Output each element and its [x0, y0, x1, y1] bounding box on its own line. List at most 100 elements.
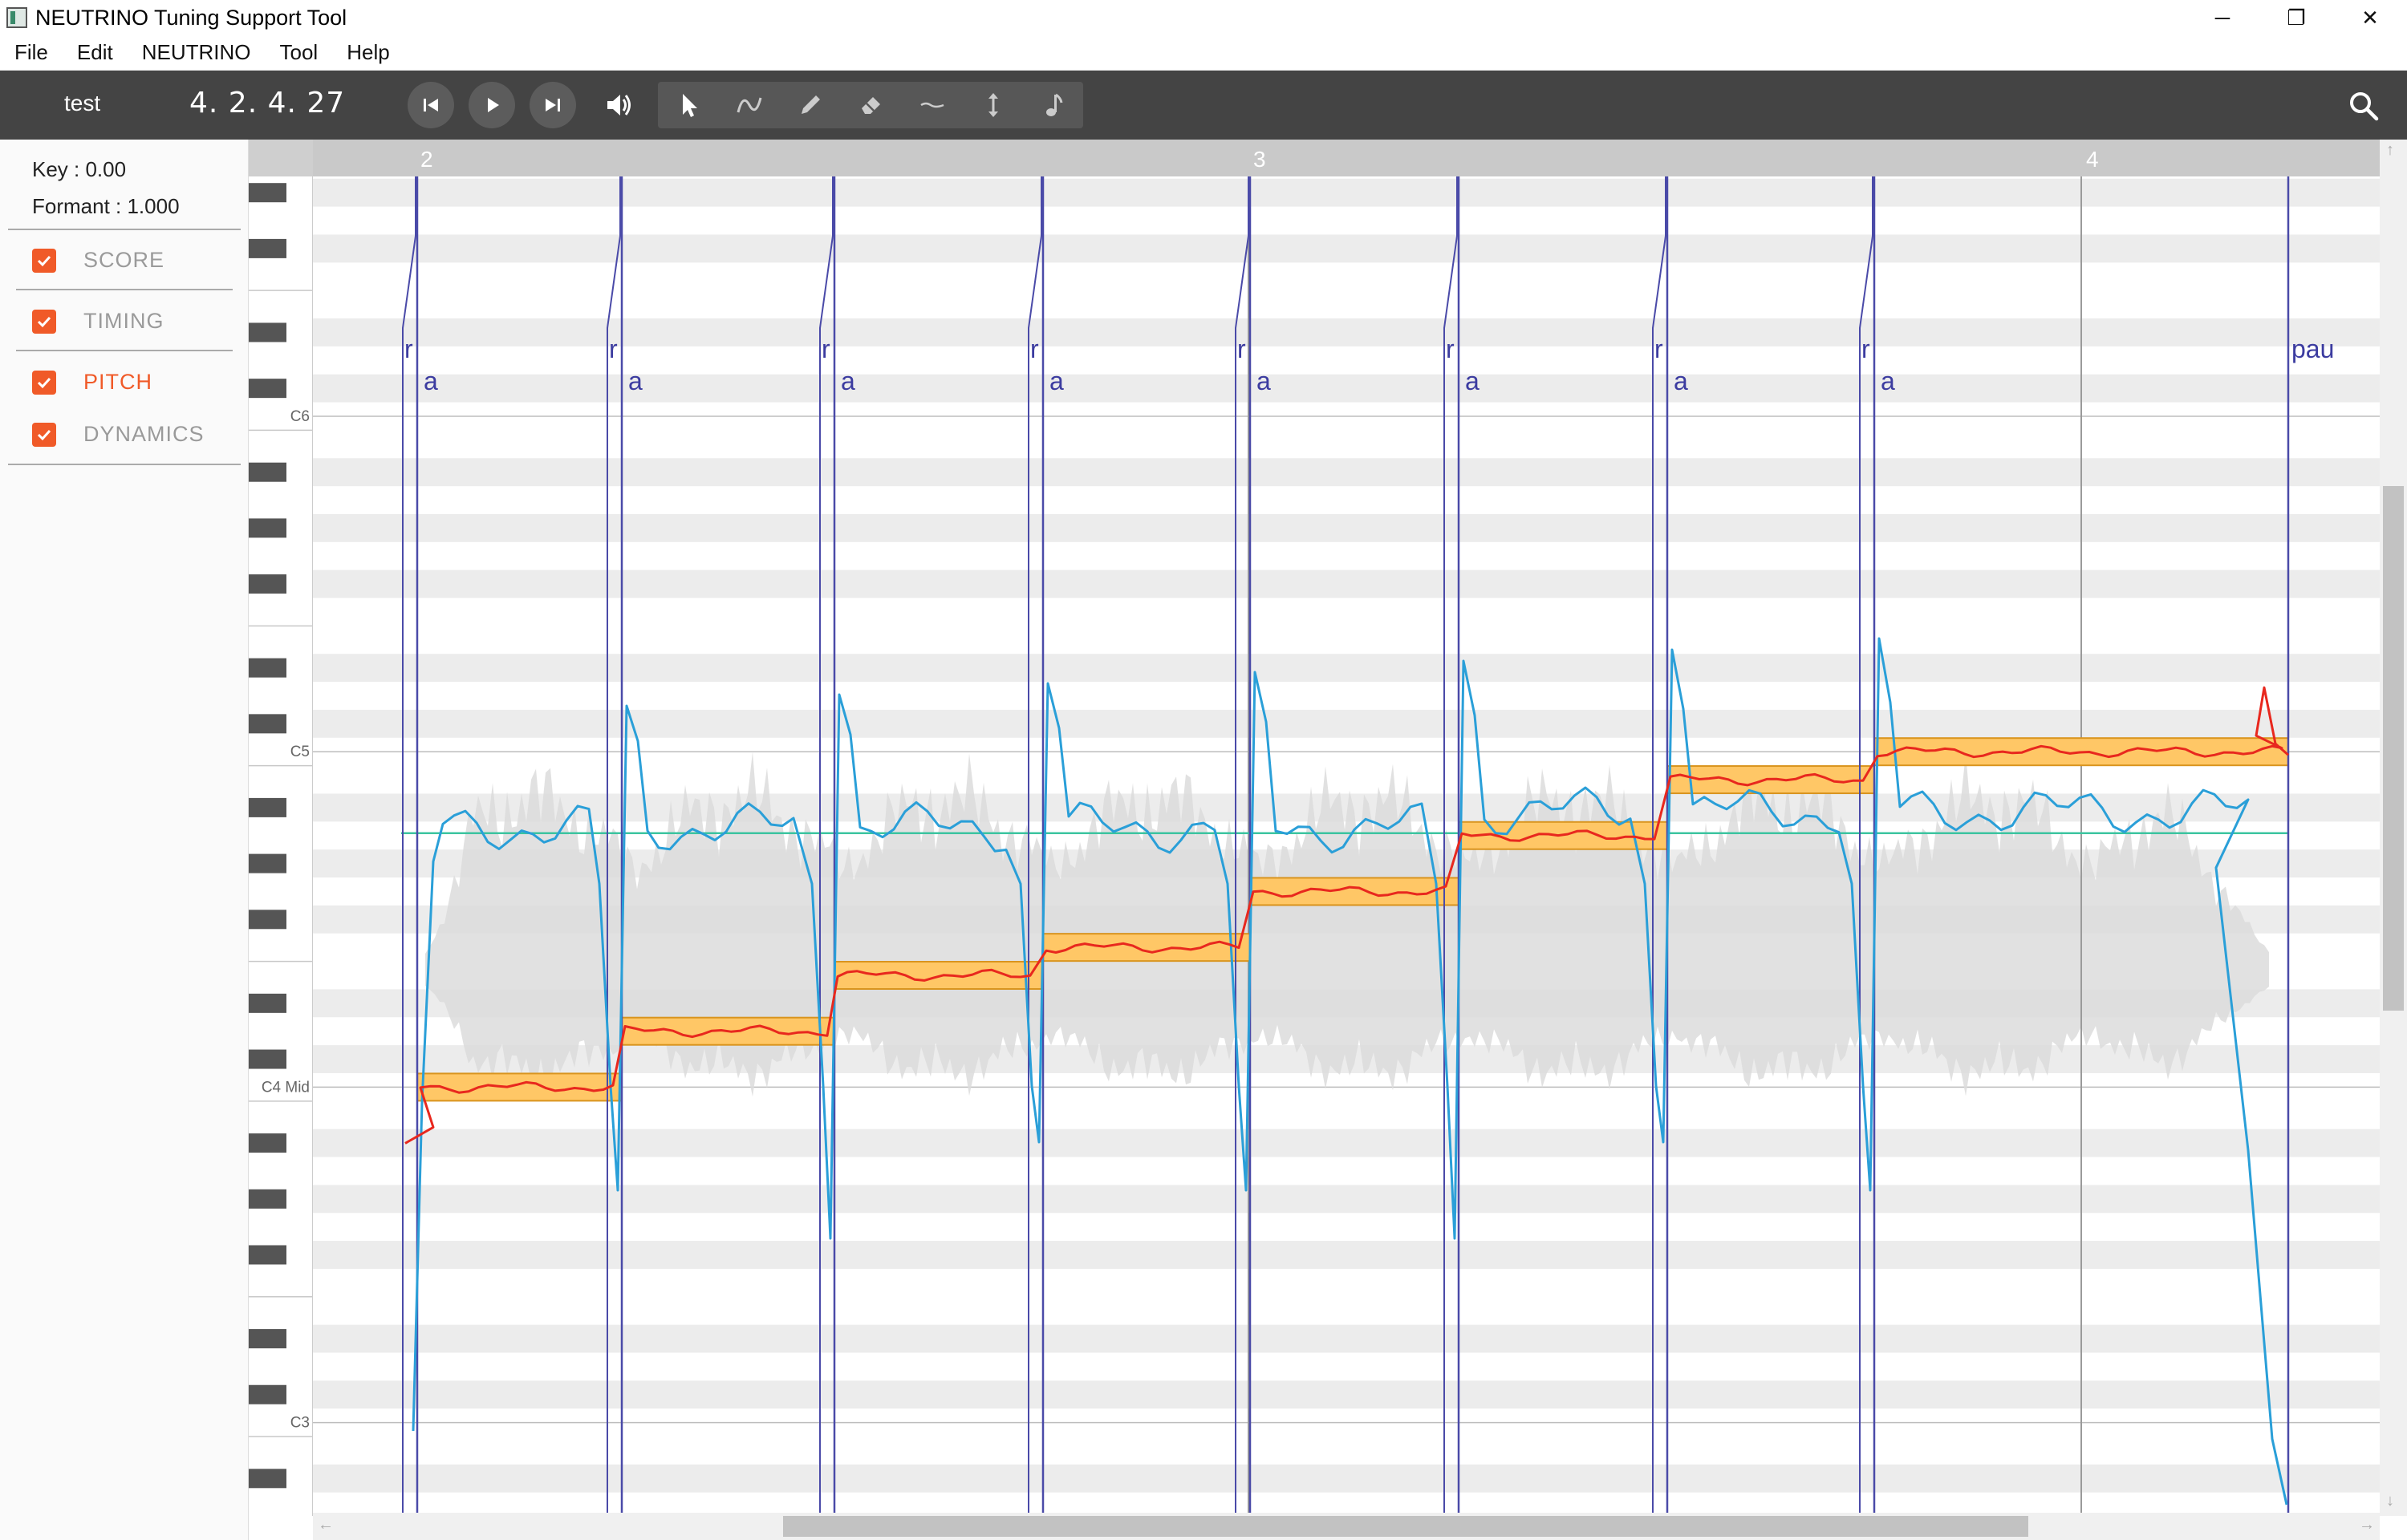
phoneme-label: a — [424, 367, 438, 395]
pitch-row-band — [313, 374, 2380, 403]
phoneme-label: r — [609, 334, 618, 363]
search-button[interactable] — [2344, 87, 2383, 125]
menu-edit[interactable]: Edit — [63, 40, 128, 65]
pencil-tool[interactable] — [780, 82, 841, 128]
score-checkbox[interactable] — [32, 248, 56, 273]
pitch-checkbox[interactable] — [32, 370, 56, 395]
pitch-editor-canvas[interactable]: 2 3 4 r a r a r a r a r a r a r a r a pau — [313, 140, 2380, 1516]
line-tool[interactable] — [902, 82, 963, 128]
piano-black-key — [249, 1133, 286, 1153]
skip-back-button[interactable] — [408, 82, 454, 128]
piano-black-key — [249, 714, 286, 734]
restore-button[interactable]: ❐ — [2259, 0, 2333, 35]
panel-divider — [16, 289, 233, 290]
skip-back-icon — [424, 99, 438, 111]
note-tool[interactable] — [1024, 82, 1085, 128]
phoneme-label: r — [822, 334, 830, 363]
phoneme-label: r — [404, 334, 413, 363]
layer-dynamics[interactable]: DYNAMICS — [32, 422, 205, 447]
check-icon — [37, 429, 51, 440]
layer-score[interactable]: SCORE — [32, 248, 164, 273]
skip-forward-button[interactable] — [530, 82, 576, 128]
pencil-icon — [802, 95, 820, 114]
scroll-left-icon[interactable]: ← — [318, 1516, 334, 1534]
piano-black-key — [249, 322, 286, 342]
project-name: test — [64, 91, 101, 116]
check-icon — [37, 316, 51, 327]
scroll-up-icon[interactable]: ↑ — [2386, 141, 2394, 160]
piano-black-key — [249, 910, 286, 930]
timing-label: TIMING — [83, 309, 164, 333]
edit-tool-group — [658, 82, 1083, 128]
pitch-row-band — [313, 709, 2380, 738]
dynamics-checkbox[interactable] — [32, 422, 56, 447]
menu-tool[interactable]: Tool — [266, 40, 333, 65]
pitch-row-band — [313, 1464, 2380, 1493]
vertical-resize-icon — [988, 93, 998, 117]
piano-black-key — [249, 1189, 286, 1209]
phoneme-label: pau — [2291, 334, 2334, 363]
measure-number: 4 — [2086, 147, 2099, 172]
measure-ruler — [313, 140, 2380, 176]
piano-keyboard[interactable]: C6 C5 C4 Mid C3 — [249, 140, 313, 1516]
piano-black-key — [249, 462, 286, 482]
note-bar — [416, 1072, 623, 1102]
pitch-row-band — [313, 458, 2380, 487]
volume-button[interactable] — [595, 82, 642, 128]
layer-timing[interactable]: TIMING — [32, 309, 164, 334]
phoneme-label: r — [1030, 334, 1039, 363]
piano-black-key — [249, 797, 286, 817]
pitch-row-band — [313, 654, 2380, 683]
select-tool[interactable] — [658, 82, 719, 128]
menu-neutrino[interactable]: NEUTRINO — [128, 40, 266, 65]
scroll-down-icon[interactable]: ↓ — [2386, 1492, 2394, 1510]
octave-label: C6 — [290, 408, 310, 425]
app-icon — [6, 7, 27, 28]
vertical-resize-tool[interactable] — [963, 82, 1024, 128]
pitch-row-band — [313, 1241, 2380, 1269]
line-icon — [920, 102, 944, 108]
phoneme-label: a — [1465, 367, 1480, 395]
phoneme-label: r — [1861, 334, 1870, 363]
octave-label: C4 Mid — [262, 1079, 310, 1096]
menu-file[interactable]: File — [0, 40, 63, 65]
panel-divider — [16, 350, 233, 351]
menu-help[interactable]: Help — [332, 40, 404, 65]
pitch-row-band — [313, 569, 2380, 598]
dynamics-label: DYNAMICS — [83, 422, 205, 446]
playback-position: 4. 2. 4. 27 — [189, 87, 346, 120]
octave-label: C5 — [290, 744, 310, 760]
vertical-scrollbar[interactable]: ↑ ↓ — [2380, 140, 2407, 1516]
phoneme-label: a — [1256, 367, 1271, 395]
horizontal-scroll-thumb[interactable] — [783, 1516, 2028, 1537]
layer-pitch[interactable]: PITCH — [32, 370, 152, 395]
piano-header — [249, 140, 313, 176]
timing-checkbox[interactable] — [32, 309, 56, 334]
app-window: NEUTRINO Tuning Support Tool ─ ❐ ✕ File … — [0, 0, 2407, 1540]
pitch-curve-tool[interactable] — [719, 82, 780, 128]
octave-label: C3 — [290, 1415, 310, 1432]
close-button[interactable]: ✕ — [2333, 0, 2407, 35]
piano-black-key — [249, 379, 286, 399]
editor-graphics: 2 3 4rarararararararapau — [313, 140, 2380, 1516]
eraser-tool[interactable] — [841, 82, 902, 128]
phoneme-label: a — [1881, 367, 1895, 395]
measure-number: 2 — [420, 147, 433, 172]
piano-black-key — [249, 238, 286, 258]
phoneme-label: r — [1446, 334, 1455, 363]
scroll-right-icon[interactable]: → — [2359, 1516, 2375, 1534]
piano-black-key — [249, 518, 286, 538]
horizontal-scrollbar[interactable]: ← → — [313, 1513, 2380, 1540]
check-icon — [37, 377, 51, 388]
skip-forward-icon — [546, 99, 560, 111]
play-button[interactable] — [469, 82, 515, 128]
formant-value: Formant : 1.000 — [32, 194, 180, 218]
minimize-button[interactable]: ─ — [2186, 0, 2259, 35]
key-value: Key : 0.00 — [32, 157, 127, 181]
piano-keys: C6 C5 C4 Mid C3 — [249, 140, 312, 1489]
check-icon — [37, 255, 51, 266]
vertical-scroll-thumb[interactable] — [2383, 486, 2404, 1011]
pitch-row-band — [313, 1185, 2380, 1214]
toolbar: test 4. 2. 4. 27 — [0, 71, 2407, 140]
piano-black-key — [249, 658, 286, 678]
